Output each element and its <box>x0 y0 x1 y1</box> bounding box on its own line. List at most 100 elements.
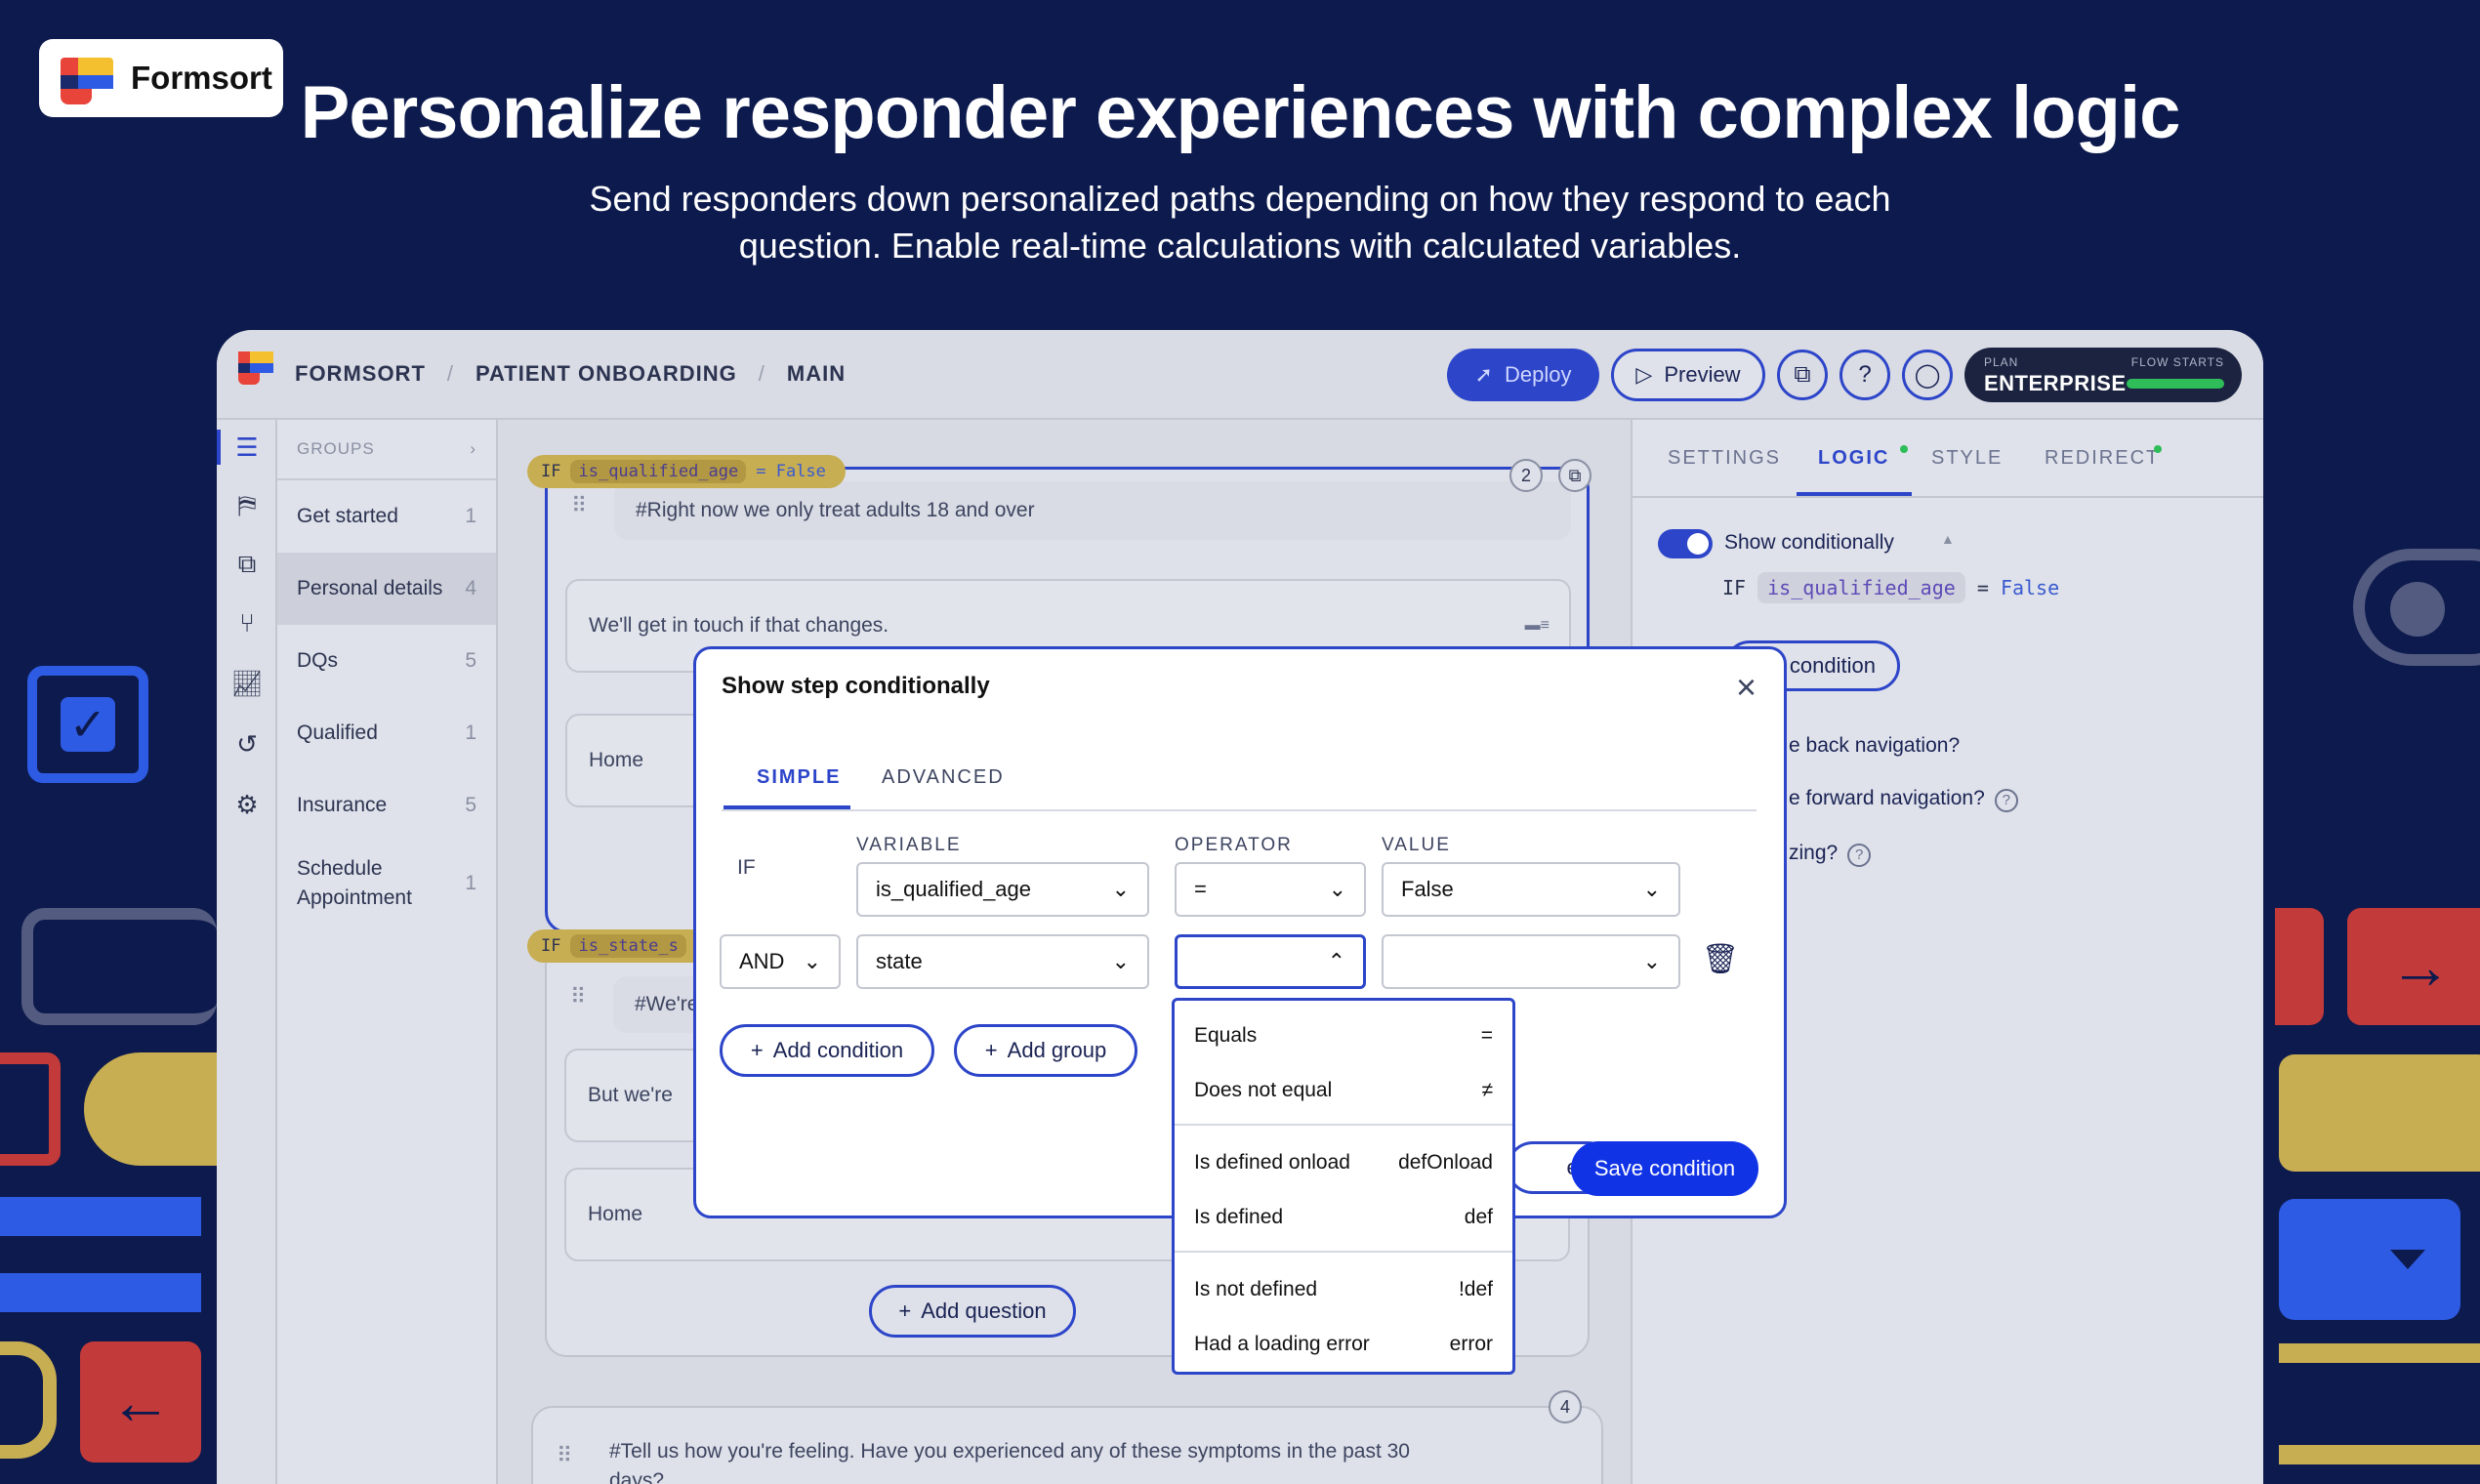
add-group-button[interactable]: + Add group <box>954 1024 1137 1077</box>
show-conditionally-toggle[interactable] <box>1658 529 1713 558</box>
breadcrumb-item-variant[interactable]: MAIN <box>787 361 846 387</box>
save-condition-button[interactable]: Save condition <box>1571 1141 1758 1196</box>
operator-select[interactable]: = ⌄ <box>1175 862 1366 917</box>
modal-title: Show step conditionally <box>722 673 990 699</box>
active-tab-indicator <box>1797 492 1912 496</box>
trash-icon[interactable]: 🗑︎ <box>1702 942 1739 976</box>
arrow-left-icon: ← <box>80 1341 201 1463</box>
caret-up-icon[interactable]: ▲ <box>1941 531 1955 547</box>
step-card[interactable]: ⠿ #Tell us how you're feeling. Have you … <box>531 1406 1603 1484</box>
chevron-down-icon: ⌄ <box>803 949 821 973</box>
column-header-value: VALUE <box>1382 835 1451 855</box>
operator-select[interactable]: ⌃ <box>1175 934 1366 989</box>
flow-icon[interactable]: ⧉ <box>217 545 277 584</box>
groups-panel: GROUPS › Get started 1 Personal details … <box>277 420 498 1484</box>
drag-handle-icon[interactable]: ⠿ <box>557 1443 572 1468</box>
groups-header[interactable]: GROUPS › <box>277 420 496 480</box>
app-logo-icon[interactable] <box>238 351 275 389</box>
group-count: 5 <box>465 794 476 816</box>
deploy-button[interactable]: ➚ Deploy <box>1447 349 1599 401</box>
group-count: 1 <box>465 721 476 744</box>
third-option-row: zing?? <box>1789 842 1872 867</box>
plan-badge[interactable]: PLAN ENTERPRISE FLOW STARTS <box>1964 348 2242 402</box>
group-item-personal-details[interactable]: Personal details 4 <box>277 553 496 625</box>
group-item-schedule-appointment[interactable]: Schedule Appointment 1 <box>277 842 496 926</box>
list-icon[interactable]: ☰ <box>217 428 277 467</box>
condition-variable: is_qualified_age <box>1757 572 1965 603</box>
plus-icon: + <box>750 1038 764 1062</box>
redirect-active-dot <box>2154 445 2162 453</box>
settings-icon[interactable]: ⚙ <box>217 785 277 824</box>
chart-icon[interactable]: 📈︎ <box>217 664 277 703</box>
preview-button[interactable]: ▷ Preview <box>1611 349 1765 401</box>
close-icon[interactable]: × <box>1736 667 1757 708</box>
dropdown-option-equals[interactable]: Equals = <box>1194 1009 1493 1063</box>
forward-navigation-row: e forward navigation?? <box>1789 787 2018 812</box>
tab-redirect[interactable]: REDIRECT <box>2045 447 2160 470</box>
tab-settings[interactable]: SETTINGS <box>1668 447 1781 470</box>
breadcrumb-item-formsort[interactable]: FORMSORT <box>295 361 426 387</box>
open-external-icon[interactable]: ⧉ <box>1558 459 1591 492</box>
variable-select[interactable]: state ⌄ <box>856 934 1149 989</box>
copy-icon[interactable]: ⧉ <box>1777 350 1828 400</box>
breadcrumb-item-flow[interactable]: PATIENT ONBOARDING <box>475 361 737 387</box>
option-symbol: !def <box>1458 1278 1493 1300</box>
branch-icon[interactable]: ⑂ <box>217 603 277 642</box>
option-symbol: error <box>1449 1333 1493 1355</box>
group-label-line-1: Schedule <box>297 857 383 880</box>
tab-style[interactable]: STYLE <box>1931 447 2003 470</box>
help-icon[interactable]: ? <box>1847 844 1872 867</box>
question-heading[interactable]: #Tell us how you're feeling. Have you ex… <box>609 1437 1410 1484</box>
dropdown-option-not-defined[interactable]: Is not defined !def <box>1194 1262 1493 1317</box>
dropdown-option-not-equal[interactable]: Does not equal ≠ <box>1194 1063 1493 1118</box>
operator-value: = <box>1194 877 1207 901</box>
group-item-qualified[interactable]: Qualified 1 <box>277 697 496 769</box>
group-label-line-2: Appointment <box>297 886 412 909</box>
dropdown-option-loading-error[interactable]: Had a loading error error <box>1194 1317 1493 1372</box>
option-label: Is not defined <box>1194 1278 1318 1300</box>
active-tab-indicator <box>723 805 850 809</box>
group-item-dqs[interactable]: DQs 5 <box>277 625 496 697</box>
tab-simple[interactable]: SIMPLE <box>757 766 841 789</box>
tab-advanced[interactable]: ADVANCED <box>882 766 1005 789</box>
properties-tabs: SETTINGS LOGIC STYLE REDIRECT <box>1633 420 2263 498</box>
add-question-button[interactable]: + Add question <box>869 1285 1076 1338</box>
question-heading[interactable]: #Right now we only treat adults 18 and o… <box>614 481 1571 540</box>
condition-variable: is_state_s <box>570 934 686 958</box>
value-value: False <box>1401 877 1454 901</box>
chevron-down-icon: ⌄ <box>1111 949 1130 973</box>
question-text: But we're <box>588 1084 673 1106</box>
user-icon[interactable]: ◯ <box>1902 350 1953 400</box>
checkbox-decoration-icon: ✓ <box>27 666 148 783</box>
rocket-icon: ➚ <box>1474 362 1493 387</box>
drag-handle-icon[interactable]: ⠿ <box>571 493 587 518</box>
decoration-yellow-bar-1 <box>2279 1343 2480 1363</box>
help-icon[interactable]: ? <box>1994 789 2018 812</box>
value-select[interactable]: False ⌄ <box>1382 862 1680 917</box>
step-condition-pill[interactable]: IF is_qualified_age = False <box>527 455 846 488</box>
condition-value: = False <box>756 462 826 481</box>
add-condition-button[interactable]: + Add condition <box>720 1024 934 1077</box>
chevron-down-icon: ⌄ <box>1111 877 1130 901</box>
group-item-get-started[interactable]: Get started 1 <box>277 480 496 553</box>
dropdown-option-defined-onload[interactable]: Is defined onload defOnload <box>1194 1135 1493 1190</box>
chevron-down-icon: ⌄ <box>1642 949 1661 973</box>
help-icon[interactable]: ? <box>1839 350 1890 400</box>
conjunction-select[interactable]: AND ⌄ <box>720 934 841 989</box>
chevron-right-icon[interactable]: › <box>470 439 476 459</box>
signpost-icon[interactable]: ⛿ <box>217 486 277 525</box>
chevron-down-icon: ⌄ <box>1642 877 1661 901</box>
drag-handle-icon[interactable]: ⠿ <box>570 984 586 1010</box>
variable-select[interactable]: is_qualified_age ⌄ <box>856 862 1149 917</box>
value-select[interactable]: ⌄ <box>1382 934 1680 989</box>
history-icon[interactable]: ↺ <box>217 724 277 763</box>
column-header-operator: OPERATOR <box>1175 835 1293 855</box>
tab-logic[interactable]: LOGIC <box>1818 447 1889 470</box>
decoration-yellow-pill <box>84 1052 230 1166</box>
group-item-insurance[interactable]: Insurance 5 <box>277 769 496 842</box>
breadcrumb: FORMSORT / PATIENT ONBOARDING / MAIN <box>295 361 846 387</box>
option-label: Had a loading error <box>1194 1333 1370 1355</box>
dropdown-option-defined[interactable]: Is defined def <box>1194 1190 1493 1245</box>
condition-operator: = <box>1976 576 1989 599</box>
variable-value: state <box>876 949 923 973</box>
